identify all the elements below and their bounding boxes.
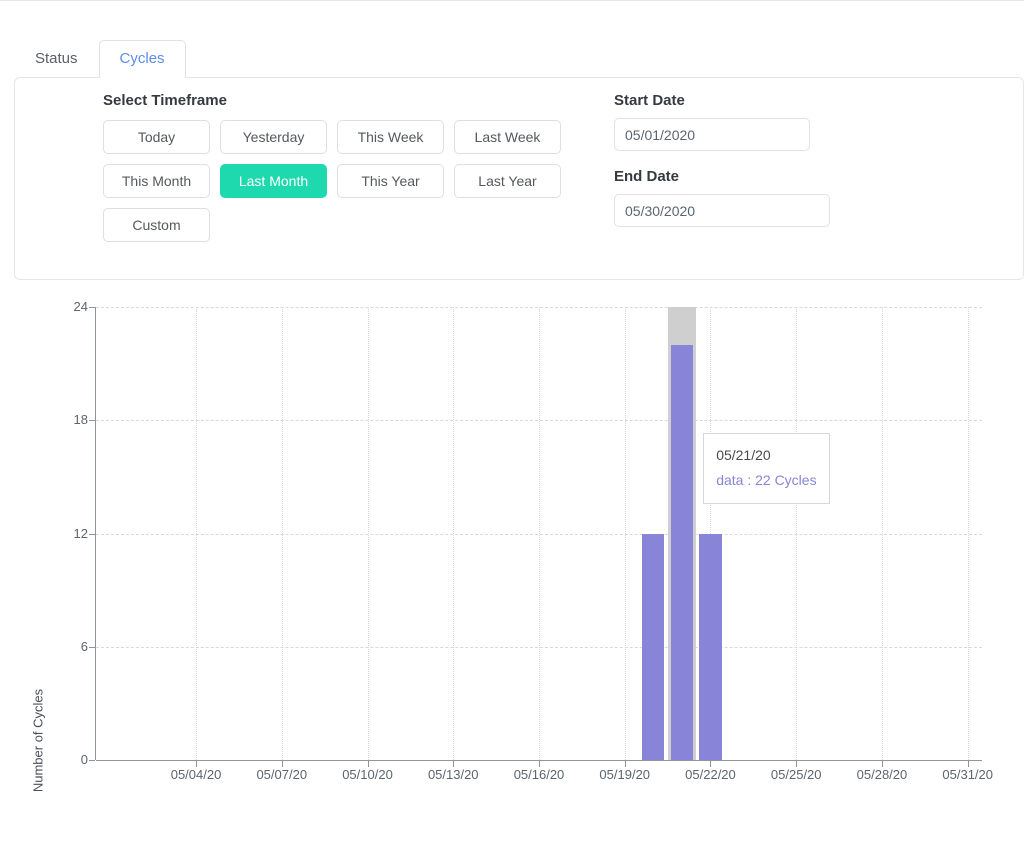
x-tick-label: 05/19/20 — [599, 767, 651, 782]
x-tick-mark — [967, 761, 969, 767]
x-tick-label: 05/04/20 — [170, 767, 222, 782]
timeframe-title: Select Timeframe — [103, 92, 227, 109]
y-tick-mark — [89, 760, 95, 761]
bar[interactable] — [699, 533, 722, 760]
gridline-vertical — [196, 307, 198, 760]
chart-tooltip: 05/21/20 data : 22 Cycles — [703, 433, 830, 504]
timeframe-button-last-month-label: Last Month — [238, 173, 309, 189]
y-tick-mark — [89, 307, 95, 308]
y-tick-label: 12 — [73, 525, 88, 541]
bar[interactable] — [642, 533, 665, 760]
end-date-label: End Date — [614, 168, 680, 185]
filter-panel: Select Timeframe Today Yesterday This We… — [14, 77, 1024, 280]
x-tick-label: 05/16/20 — [513, 767, 565, 782]
x-tick-label: 05/28/20 — [856, 767, 908, 782]
x-tick-mark — [624, 761, 626, 767]
x-tick-label: 05/25/20 — [770, 767, 822, 782]
timeframe-button-last-week[interactable]: Last Week — [454, 120, 561, 154]
gridline-vertical — [967, 307, 969, 760]
timeframe-section: Select Timeframe Today Yesterday This We… — [103, 92, 575, 252]
x-tick-mark — [196, 761, 198, 767]
x-tick-mark — [453, 761, 455, 767]
timeframe-button-yesterday-label: Yesterday — [242, 129, 305, 145]
y-tick-label: 6 — [80, 638, 88, 654]
timeframe-button-custom[interactable]: Custom — [103, 208, 210, 242]
x-tick-label: 05/07/20 — [256, 767, 308, 782]
timeframe-button-this-week[interactable]: This Week — [337, 120, 444, 154]
tab-status[interactable]: Status — [14, 40, 99, 78]
tab-bar: Status Cycles — [14, 40, 186, 78]
x-tick-label: 05/10/20 — [342, 767, 393, 782]
gridline-vertical — [881, 307, 883, 760]
gridline-vertical — [281, 307, 283, 760]
cycles-bar-chart: Number of Cycles 05/21/20 data : 22 Cycle… — [0, 288, 1024, 792]
timeframe-button-last-year[interactable]: Last Year — [454, 164, 561, 198]
y-tick-label: 18 — [73, 412, 88, 428]
gridline-vertical — [624, 307, 626, 760]
x-tick-mark — [881, 761, 883, 767]
start-date-label: Start Date — [614, 92, 685, 109]
y-tick-mark — [89, 646, 95, 648]
x-tick-mark — [796, 761, 798, 767]
end-date-input[interactable] — [614, 194, 830, 227]
timeframe-button-last-month[interactable]: Last Month — [220, 164, 327, 198]
timeframe-button-grid: Today Yesterday This Week Last Week This… — [103, 120, 575, 252]
gridline-vertical — [539, 307, 540, 760]
date-range-section: Start Date End Date — [614, 92, 830, 227]
gridline-vertical — [453, 307, 455, 760]
y-tick-mark — [89, 420, 95, 422]
y-tick-mark — [89, 533, 95, 535]
gridline-vertical — [796, 307, 798, 760]
timeframe-button-this-month[interactable]: This Month — [103, 164, 210, 198]
x-tick-label: 05/22/20 — [685, 767, 736, 782]
timeframe-button-last-year-label: Last Year — [478, 173, 537, 189]
y-tick-label: 24 — [73, 299, 88, 314]
start-date-input[interactable] — [614, 118, 810, 151]
plot-area: 05/21/20 data : 22 Cycles — [96, 307, 982, 760]
x-tick-mark — [710, 761, 712, 767]
gridline-vertical — [367, 307, 369, 760]
timeframe-button-last-week-label: Last Week — [474, 129, 541, 145]
timeframe-button-yesterday[interactable]: Yesterday — [220, 120, 327, 154]
tab-cycles-label: Cycles — [119, 50, 165, 67]
x-tick-label: 05/31/20 — [942, 767, 993, 782]
x-tick-mark — [281, 761, 283, 767]
x-tick-label: 05/13/20 — [427, 767, 479, 782]
y-tick-label: 0 — [80, 752, 88, 767]
timeframe-button-custom-label: Custom — [132, 217, 181, 233]
window-top-divider — [0, 0, 1024, 1]
timeframe-button-today[interactable]: Today — [103, 120, 210, 154]
y-axis-title: Number of Cycles — [30, 688, 46, 793]
bar[interactable] — [670, 344, 694, 760]
timeframe-button-this-month-label: This Month — [121, 173, 192, 189]
tab-status-label: Status — [35, 50, 78, 67]
timeframe-button-this-week-label: This Week — [357, 129, 424, 145]
timeframe-button-this-year-label: This Year — [361, 173, 420, 189]
tooltip-value: data : 22 Cycles — [716, 472, 817, 488]
timeframe-button-today-label: Today — [137, 129, 176, 145]
tab-cycles[interactable]: Cycles — [98, 40, 186, 78]
x-tick-mark — [539, 761, 540, 767]
tooltip-date: 05/21/20 — [716, 447, 771, 463]
x-tick-mark — [367, 761, 369, 767]
timeframe-button-this-year[interactable]: This Year — [337, 164, 444, 198]
